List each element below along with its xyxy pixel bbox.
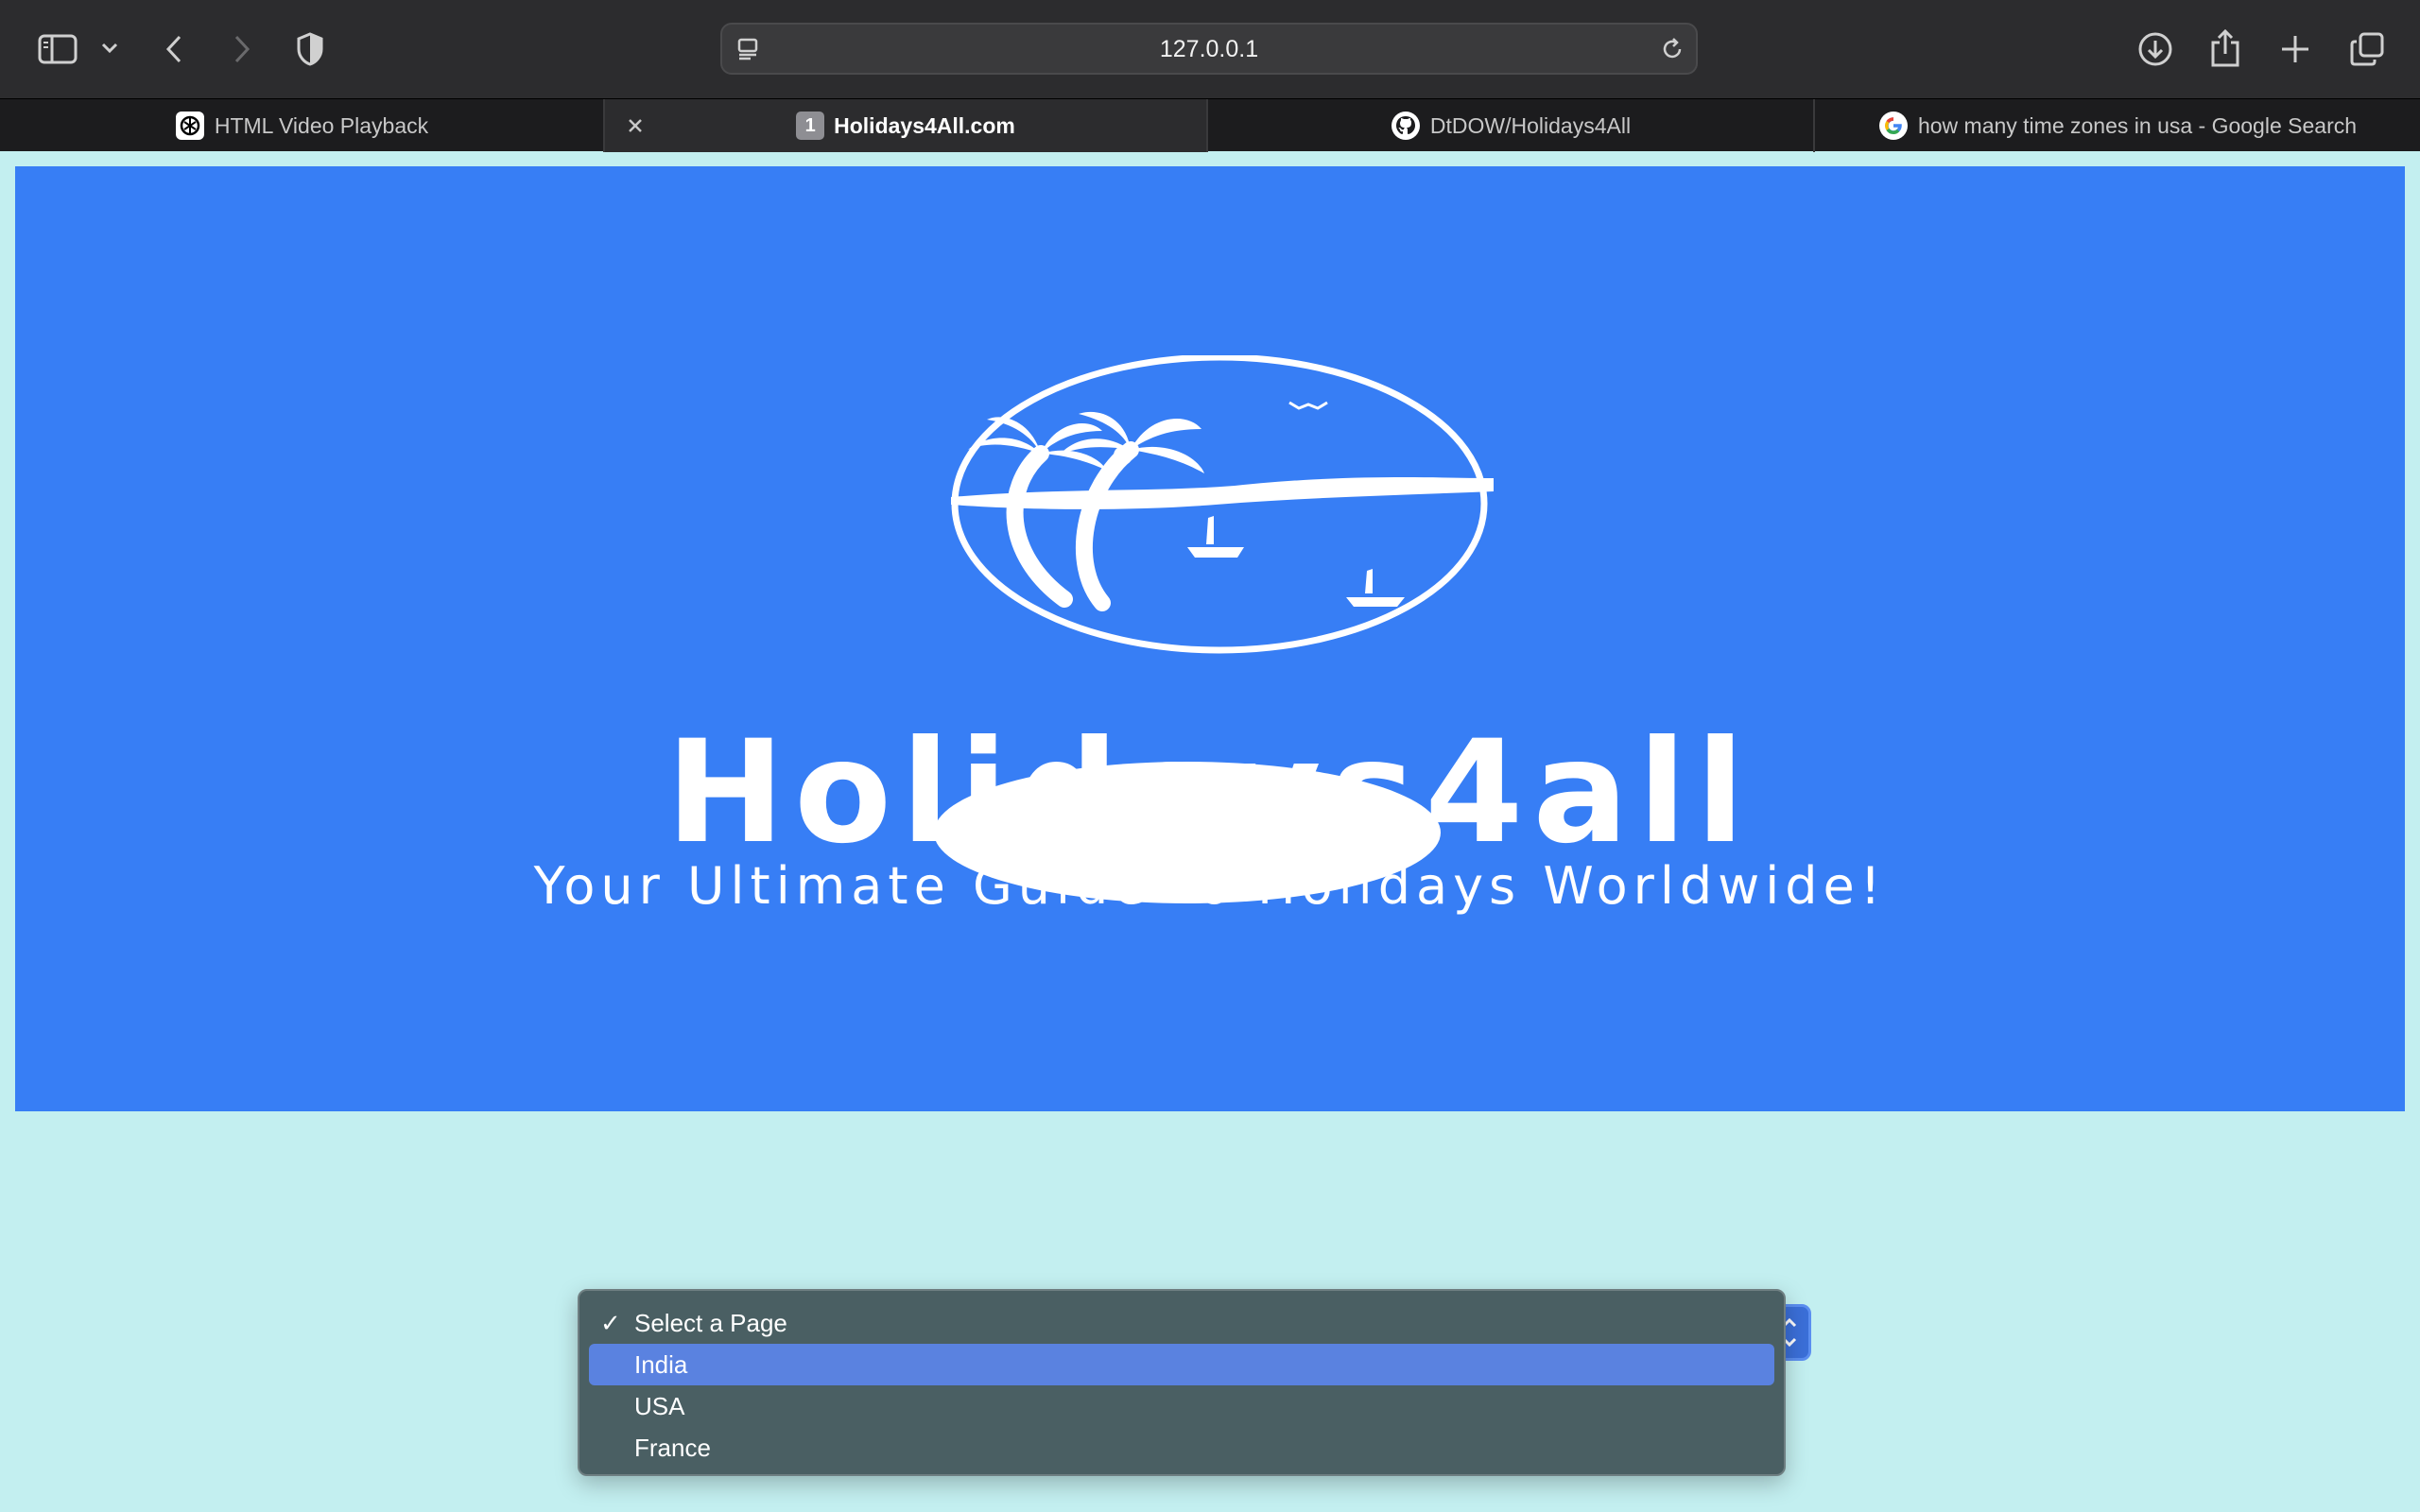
github-icon [1391,111,1421,141]
address-bar[interactable]: 127.0.0.1 [720,23,1698,75]
tab-google-search[interactable]: how many time zones in usa - Google Sear… [1815,99,2420,152]
page-select-menu: ✓ Select a Page India USA France [578,1289,1786,1476]
option-label: India [634,1350,688,1379]
chevron-down-icon[interactable] [98,34,121,62]
brand-name: Holidays4all [666,711,1754,875]
tab-badge: 1 [804,114,816,136]
shield-icon[interactable] [291,28,329,70]
tab-label: HTML Video Playback [214,112,429,138]
hero-banner: Holidays4all Your Ultimate Guide to Holi… [15,166,2405,1111]
option-usa[interactable]: USA [589,1385,1774,1427]
brand-tagline: Your Ultimate Guide to Holidays Worldwid… [533,856,1887,916]
forward-icon[interactable] [223,28,261,70]
new-tab-icon[interactable] [2274,28,2316,70]
tab-badge-icon: 1 [796,112,825,140]
browser-toolbar: 127.0.0.1 [0,0,2420,98]
tab-label: DtDOW/Holidays4All [1429,112,1632,138]
download-icon[interactable] [2135,28,2176,70]
tab-bar: HTML Video Playback 1 Holidays4All.com D… [0,98,2420,152]
tab-html-video-playback[interactable]: HTML Video Playback [0,99,605,152]
option-label: Select a Page [634,1309,787,1337]
back-icon[interactable] [155,28,193,70]
sidebar-icon[interactable] [34,28,81,70]
close-icon[interactable] [622,112,648,139]
google-icon [1878,111,1909,141]
tab-label: Holidays4All.com [834,112,1015,138]
checkmark-icon: ✓ [600,1309,621,1337]
option-france[interactable]: France [589,1427,1774,1469]
option-label: USA [634,1392,685,1420]
option-india[interactable]: India [589,1344,1774,1385]
reload-icon[interactable] [1658,36,1686,62]
option-select-a-page[interactable]: ✓ Select a Page [589,1302,1774,1344]
tab-overview-icon[interactable] [2346,28,2388,70]
tab-github-repo[interactable]: DtDOW/Holidays4All [1208,99,1815,152]
share-icon[interactable] [2204,26,2246,70]
option-label: France [634,1434,711,1462]
tab-holidays4all[interactable]: 1 Holidays4All.com [605,99,1208,152]
tab-label: how many time zones in usa - Google Sear… [1917,112,2358,138]
url-text: 127.0.0.1 [1159,36,1259,62]
openai-icon [175,111,205,141]
